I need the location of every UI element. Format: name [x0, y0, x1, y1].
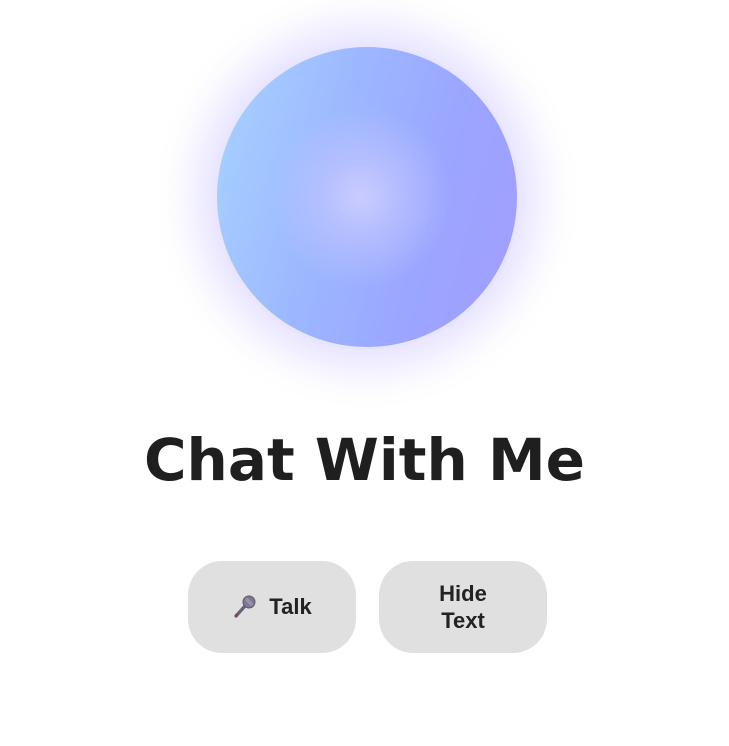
chat-screen: Chat With Me Talk Hide Text [0, 0, 729, 746]
talk-button[interactable]: Talk [188, 561, 356, 653]
hide-text-button-label: Hide Text [439, 581, 487, 633]
page-title: Chat With Me [143, 426, 586, 494]
hide-text-button[interactable]: Hide Text [379, 561, 547, 653]
microphone-icon [232, 594, 258, 620]
talk-button-label: Talk [269, 594, 312, 619]
voice-orb [217, 47, 517, 347]
